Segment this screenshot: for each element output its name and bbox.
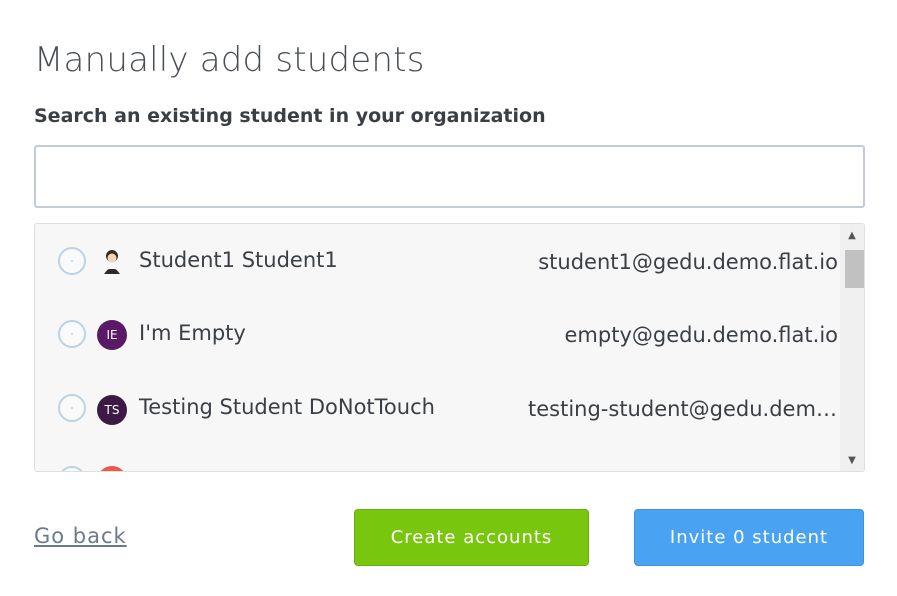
student-name: I'm Empty [139,321,246,345]
student-select-radio[interactable] [58,247,86,275]
scroll-up-arrow-icon[interactable]: ▲ [840,224,864,246]
student-select-radio[interactable] [58,394,86,422]
list-scrollbar[interactable]: ▲ ▼ [840,224,864,471]
student-email: testing-student@gedu.demo.flat.io [528,397,838,421]
student-row[interactable]: IE I'm Empty empty@gedu.demo.flat.io [35,297,838,370]
student-name: Testing Student DoNotTouch [139,395,435,419]
avatar-partial [97,466,127,471]
scroll-down-arrow-icon[interactable]: ▼ [840,449,864,471]
search-label: Search an existing student in your organ… [34,105,546,127]
student-row-partial[interactable] [35,444,838,471]
student-search-input[interactable] [34,145,865,208]
student-select-radio[interactable] [58,466,86,471]
student-select-radio[interactable] [58,320,86,348]
initials-avatar: TS [97,395,127,425]
student-name: Student1 Student1 [139,248,338,272]
student-photo-icon [97,246,127,276]
create-accounts-button[interactable]: Create accounts [354,509,589,566]
page-title: Manually add students [34,40,425,80]
initials-avatar: IE [97,320,127,350]
student-email: student1@gedu.demo.flat.io [538,250,838,274]
scroll-thumb[interactable] [845,250,864,288]
student-row[interactable]: TS Testing Student DoNotTouch testing-st… [35,371,838,444]
go-back-link[interactable]: Go back [34,524,127,548]
invite-students-button[interactable]: Invite 0 student [634,509,864,566]
student-list[interactable]: Student1 Student1 student1@gedu.demo.fla… [34,223,865,472]
student-row[interactable]: Student1 Student1 student1@gedu.demo.fla… [35,224,838,297]
student-email: empty@gedu.demo.flat.io [564,323,838,347]
